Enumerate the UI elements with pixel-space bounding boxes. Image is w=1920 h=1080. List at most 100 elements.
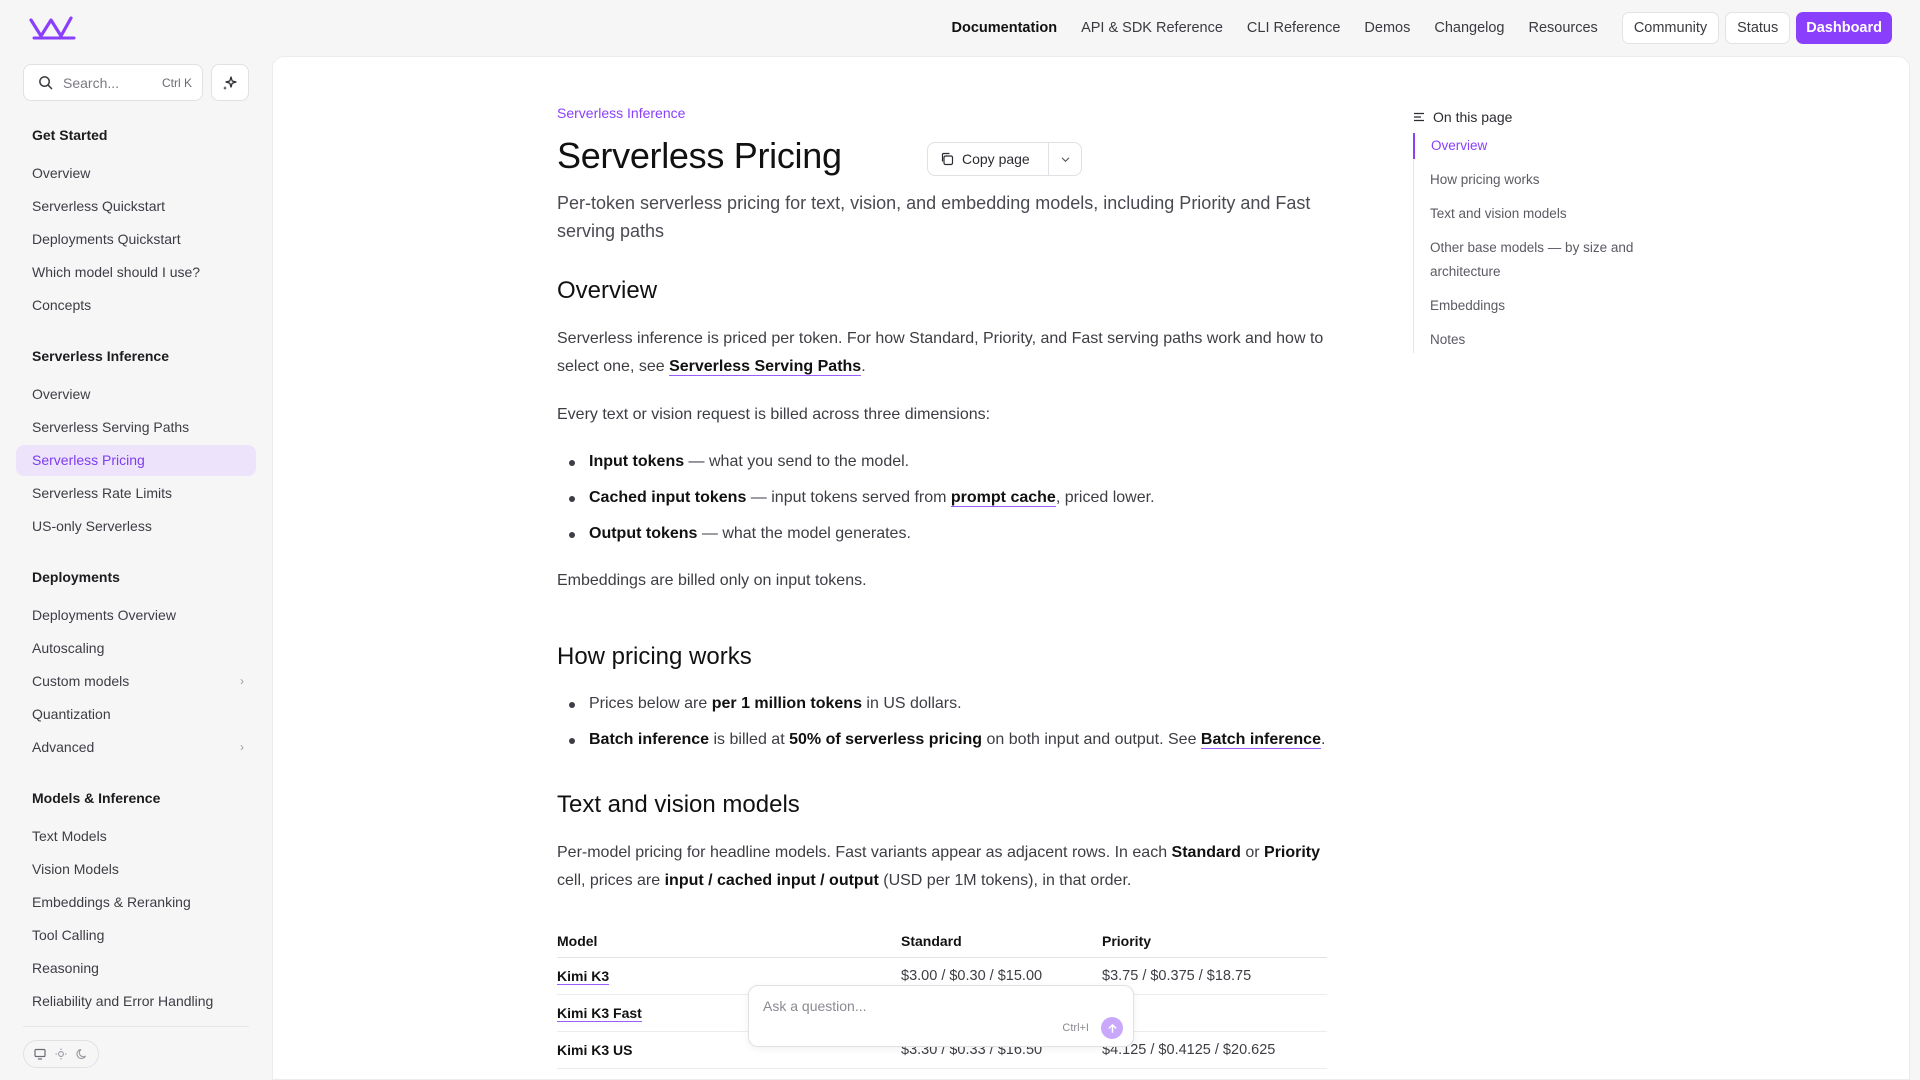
copy-page-label: Copy page <box>962 151 1030 167</box>
top-navigation: Documentation API & SDK Reference CLI Re… <box>0 0 1920 56</box>
text: Prices below are <box>589 695 712 712</box>
list-item: Cached input tokens — input tokens serve… <box>557 485 1327 511</box>
search-placeholder: Search... <box>63 74 120 91</box>
text: (USD per 1M tokens), in that order. <box>878 872 1132 889</box>
text-vision-paragraph: Per-model pricing for headline models. F… <box>557 839 1327 895</box>
bold-text: Input tokens <box>589 453 685 470</box>
nav-api-sdk-reference[interactable]: API & SDK Reference <box>1069 20 1235 36</box>
text: is billed at <box>709 731 790 748</box>
text: or <box>1240 844 1265 861</box>
sidebar-item-serverless-quickstart[interactable]: Serverless Quickstart <box>16 191 256 222</box>
sidebar-group-title: Deployments <box>32 569 120 585</box>
batch-inference-link[interactable]: Batch inference <box>1200 731 1321 749</box>
column-header-priority: Priority <box>1102 925 1327 958</box>
sidebar-item-serverless-pricing[interactable]: Serverless Pricing <box>16 445 256 476</box>
nav-documentation[interactable]: Documentation <box>940 20 1070 36</box>
dimensions-paragraph: Every text or vision request is billed a… <box>557 406 991 423</box>
sidebar-item-serverless-serving-paths[interactable]: Serverless Serving Paths <box>16 412 256 443</box>
ask-placeholder: Ask a question... <box>763 998 867 1014</box>
model-link[interactable]: Kimi K3 US <box>557 1042 632 1058</box>
text-vision-heading: Text and vision models <box>557 791 800 818</box>
sidebar-item-quantization[interactable]: Quantization <box>16 699 256 730</box>
status-button[interactable]: Status <box>1725 12 1791 44</box>
dashboard-button[interactable]: Dashboard <box>1796 12 1892 44</box>
sidebar-item-text-models[interactable]: Text Models <box>16 821 256 852</box>
sidebar-item-reliability[interactable]: Reliability and Error Handling <box>16 986 256 1017</box>
sidebar-item-embeddings-reranking[interactable]: Embeddings & Reranking <box>16 887 256 918</box>
sidebar-item-label: Custom models <box>32 673 130 689</box>
how-pricing-works-heading: How pricing works <box>557 643 752 670</box>
toc-item-embeddings[interactable]: Embeddings <box>1414 293 1673 319</box>
priority-price-cell <box>1102 994 1327 1032</box>
chevron-right-icon: › <box>240 674 244 688</box>
ai-assistant-button[interactable] <box>211 64 249 101</box>
nav-demos[interactable]: Demos <box>1352 20 1422 36</box>
text: — input tokens served from <box>746 489 951 506</box>
sidebar-item-deployments-overview[interactable]: Deployments Overview <box>16 600 256 631</box>
billing-dimensions-list: Input tokens — what you send to the mode… <box>557 449 1327 547</box>
sidebar-item-vision-models[interactable]: Vision Models <box>16 854 256 885</box>
toc-item-how-pricing-works[interactable]: How pricing works <box>1414 167 1673 193</box>
text: — what you send to the model. <box>684 453 910 470</box>
toc-item-text-vision-models[interactable]: Text and vision models <box>1414 201 1673 227</box>
sidebar-item-custom-models[interactable]: Custom models › <box>16 666 256 697</box>
nav-resources[interactable]: Resources <box>1517 20 1610 36</box>
bold-text: input / cached input / output <box>664 872 879 889</box>
nav-cli-reference[interactable]: CLI Reference <box>1235 20 1353 36</box>
send-button[interactable] <box>1101 1017 1123 1039</box>
page-subtitle: Per-token serverless pricing for text, v… <box>557 193 1311 241</box>
sidebar-item-autoscaling[interactable]: Autoscaling <box>16 633 256 664</box>
sun-icon[interactable] <box>55 1048 67 1060</box>
ask-shortcut: Ctrl+I <box>1062 1022 1089 1034</box>
sidebar-item-us-only-serverless[interactable]: US-only Serverless <box>16 511 256 542</box>
sidebar-group-deployments: Deployments Deployments Overview Autosca… <box>16 566 256 763</box>
search-shortcut: Ctrl K <box>162 75 192 90</box>
list-item: Prices below are per 1 million tokens in… <box>557 691 1327 717</box>
list-item: Output tokens — what the model generates… <box>557 521 1327 547</box>
sidebar-item-overview[interactable]: Overview <box>16 158 256 189</box>
text: in US dollars. <box>861 695 962 712</box>
column-header-model: Model <box>557 925 901 958</box>
sidebar-group-models-inference: Models & Inference Text Models Vision Mo… <box>16 787 256 1017</box>
table-header-row: Model Standard Priority <box>557 925 1327 958</box>
monitor-icon[interactable] <box>34 1048 46 1060</box>
serverless-serving-paths-link[interactable]: Serverless Serving Paths <box>669 358 862 376</box>
search-icon <box>39 76 53 90</box>
sidebar-item-advanced[interactable]: Advanced › <box>16 732 256 763</box>
text: on both input and output. See <box>982 731 1201 748</box>
copy-page-button[interactable]: Copy page <box>928 143 1049 175</box>
bold-text: Output tokens <box>589 525 698 542</box>
sidebar-item-reasoning[interactable]: Reasoning <box>16 953 256 984</box>
sidebar-item-serverless-rate-limits[interactable]: Serverless Rate Limits <box>16 478 256 509</box>
sidebar-item-which-model[interactable]: Which model should I use? <box>16 257 256 288</box>
sidebar-item-tool-calling[interactable]: Tool Calling <box>16 920 256 951</box>
breadcrumb[interactable]: Serverless Inference <box>557 105 1327 123</box>
sidebar-item-deployments-quickstart[interactable]: Deployments Quickstart <box>16 224 256 255</box>
community-button[interactable]: Community <box>1621 12 1720 44</box>
toc-item-notes[interactable]: Notes <box>1414 327 1673 353</box>
overview-paragraph: Serverless inference is priced per token… <box>557 325 1327 381</box>
sidebar-group-title: Serverless Inference <box>32 348 169 364</box>
nav-changelog[interactable]: Changelog <box>1422 20 1516 36</box>
logo-icon[interactable] <box>28 14 78 42</box>
main-content-panel: Serverless Inference Serverless Pricing … <box>272 56 1910 1080</box>
column-header-standard: Standard <box>901 925 1102 958</box>
ask-question-box[interactable]: Ask a question... Ctrl+I <box>748 985 1134 1047</box>
model-link[interactable]: Kimi K3 Fast <box>557 1004 642 1022</box>
search-input[interactable]: Search... Ctrl K <box>23 64 203 101</box>
copy-options-dropdown[interactable] <box>1049 143 1081 175</box>
sidebar-item-serverless-overview[interactable]: Overview <box>16 379 256 410</box>
arrow-up-icon <box>1108 1023 1116 1033</box>
toc-title: On this page <box>1433 109 1513 125</box>
prompt-cache-link[interactable]: prompt cache <box>950 489 1056 507</box>
copy-icon <box>941 152 954 166</box>
moon-icon[interactable] <box>76 1048 88 1060</box>
sidebar: Search... Ctrl K Get Started Overview Se… <box>0 56 272 1080</box>
chevron-right-icon: › <box>240 740 244 754</box>
toc-item-overview[interactable]: Overview <box>1413 133 1673 159</box>
toc-item-other-base-models[interactable]: Other base models — by size and architec… <box>1414 235 1673 285</box>
sidebar-item-concepts[interactable]: Concepts <box>16 290 256 321</box>
model-link[interactable]: Kimi K3 <box>557 967 610 985</box>
list-item: Input tokens — what you send to the mode… <box>557 449 1327 475</box>
toc-list: Overview How pricing works Text and visi… <box>1413 133 1673 353</box>
